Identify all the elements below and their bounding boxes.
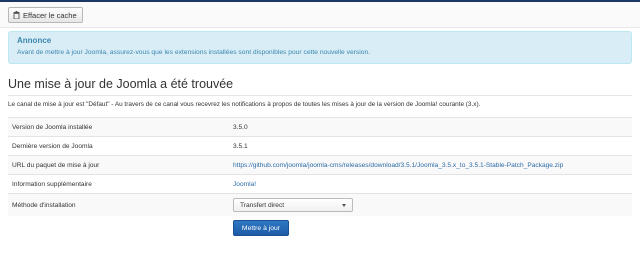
announcement-alert: Annonce Avant de mettre à jour Joomla, a… [8, 31, 632, 64]
page-heading: Une mise à jour de Joomla a été trouvée [8, 77, 234, 91]
install-method-select[interactable]: Transfert direct [233, 198, 353, 212]
divider [8, 95, 632, 96]
alert-text: Avant de mettre à jour Joomla, assurez-v… [17, 49, 371, 56]
alert-title: Annonce [17, 36, 52, 45]
package-url-label: URL du paquet de mise à jour [12, 161, 100, 169]
toolbar: Effacer le cache [0, 2, 640, 28]
table-row: Information supplémentaire Joomla! [8, 174, 632, 193]
table-row: Version de Joomla installée 3.5.0 [8, 117, 632, 136]
table-row: Méthode d'installation Transfert direct [8, 193, 632, 216]
latest-version-label: Dernière version de Joomla [12, 142, 93, 150]
install-method-label: Méthode d'installation [12, 201, 76, 209]
additional-info-link[interactable]: Joomla! [233, 181, 256, 188]
clear-cache-label: Effacer le cache [23, 10, 77, 20]
clear-cache-button[interactable]: Effacer le cache [8, 7, 83, 23]
package-url-link[interactable]: https://github.com/joomla/joomla-cms/rel… [233, 162, 563, 169]
table-row: Dernière version de Joomla 3.5.1 [8, 136, 632, 155]
update-button[interactable]: Mettre à jour [233, 220, 289, 236]
update-info-table: Version de Joomla installée 3.5.0 Derniè… [8, 117, 632, 216]
update-channel-description: Le canal de mise à jour est "Défaut" - A… [8, 101, 481, 108]
additional-info-label: Information supplémentaire [12, 180, 92, 188]
trash-icon [13, 11, 20, 19]
caret-down-icon [342, 203, 346, 207]
install-method-selected: Transfert direct [240, 201, 285, 209]
table-row: URL du paquet de mise à jour https://git… [8, 155, 632, 174]
latest-version-value: 3.5.1 [233, 142, 248, 150]
installed-version-value: 3.5.0 [233, 123, 248, 131]
installed-version-label: Version de Joomla installée [12, 123, 93, 131]
